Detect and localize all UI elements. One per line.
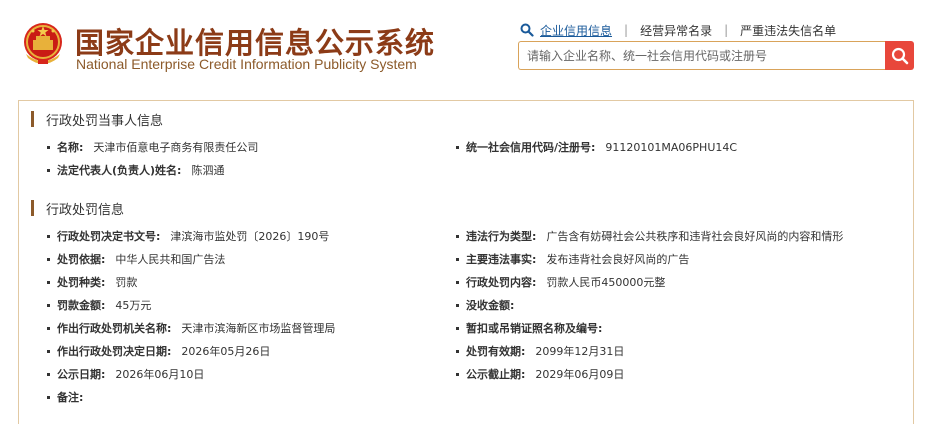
field-label: 处罚有效期: <box>466 345 526 358</box>
field-value: 2026年06月10日 <box>115 368 205 381</box>
section-party-title: 行政处罚当事人信息 <box>31 110 164 129</box>
field-credit-code: 统一社会信用代码/注册号: 91120101MA06PHU14C <box>456 139 737 155</box>
bullet <box>456 303 459 307</box>
field-label: 作出行政处罚机关名称: <box>57 322 172 335</box>
search-input[interactable] <box>519 42 886 69</box>
field-publish-date: 公示日期: 2026年06月10日 <box>47 366 204 382</box>
search-box <box>518 41 886 70</box>
field-legal-rep: 法定代表人(负责人)姓名: 陈泗通 <box>47 162 224 178</box>
top-nav: 企业信用信息 | 经营异常名录 | 严重违法失信名单 <box>520 22 836 38</box>
field-name: 名称: 天津市佰意电子商务有限责任公司 <box>47 139 258 155</box>
field-value: 天津市佰意电子商务有限责任公司 <box>93 141 259 154</box>
field-license: 暂扣或吊销证照名称及编号: <box>456 320 612 336</box>
bullet <box>47 303 50 307</box>
field-kind: 处罚种类: 罚款 <box>47 274 137 290</box>
field-value: 91120101MA06PHU14C <box>605 140 738 154</box>
field-value: 中华人民共和国广告法 <box>115 253 226 266</box>
section-bar <box>31 111 34 127</box>
bullet <box>456 234 459 238</box>
field-publish-end: 公示截止期: 2029年06月09日 <box>456 366 624 382</box>
bullet <box>47 234 50 238</box>
bullet <box>47 168 50 172</box>
bullet <box>47 349 50 353</box>
field-value: 广告含有妨碍社会公共秩序和违背社会良好风尚的内容和情形 <box>546 230 844 243</box>
bullet <box>47 326 50 330</box>
field-label: 法定代表人(负责人)姓名: <box>57 164 182 177</box>
field-label: 处罚种类: <box>57 276 106 289</box>
bullet <box>456 372 459 376</box>
bullet <box>456 145 459 149</box>
field-value: 罚款 <box>115 276 138 289</box>
bullet <box>456 257 459 261</box>
field-value: 45万元 <box>115 299 152 312</box>
field-value: 津滨海市监处罚〔2026〕190号 <box>170 230 330 243</box>
field-facts: 主要违法事实: 发布违背社会良好风尚的广告 <box>456 251 689 267</box>
field-value: 2026年05月26日 <box>181 345 271 358</box>
section-party-label: 行政处罚当事人信息 <box>46 113 164 129</box>
field-value: 罚款人民币450000元整 <box>546 276 666 289</box>
national-emblem-icon <box>24 23 62 64</box>
section-penalty-title: 行政处罚信息 <box>31 199 125 218</box>
field-label: 暂扣或吊销证照名称及编号: <box>466 322 603 335</box>
nav-separator: | <box>624 23 629 37</box>
search-icon <box>520 23 534 37</box>
field-label: 统一社会信用代码/注册号: <box>466 141 596 154</box>
field-value: 天津市滨海新区市场监督管理局 <box>181 322 336 335</box>
nav-separator: | <box>724 23 729 37</box>
field-content: 行政处罚内容: 罚款人民币450000元整 <box>456 274 665 290</box>
field-confiscation: 没收金额: <box>456 297 524 313</box>
field-remark: 备注: <box>47 389 93 405</box>
field-violation-type: 违法行为类型: 广告含有妨碍社会公共秩序和违背社会良好风尚的内容和情形 <box>456 228 843 244</box>
field-decision-date: 作出行政处罚决定日期: 2026年05月26日 <box>47 343 270 359</box>
site-title-en: National Enterprise Credit Information P… <box>76 56 417 72</box>
field-label: 作出行政处罚决定日期: <box>57 345 172 358</box>
field-authority: 作出行政处罚机关名称: 天津市滨海新区市场监督管理局 <box>47 320 335 336</box>
field-label: 没收金额: <box>466 299 515 312</box>
field-label: 主要违法事实: <box>466 253 537 266</box>
field-label: 行政处罚决定书文号: <box>57 230 161 243</box>
bullet <box>456 280 459 284</box>
search-icon <box>891 47 908 64</box>
field-label: 公示截止期: <box>466 368 526 381</box>
field-label: 行政处罚内容: <box>466 276 537 289</box>
section-bar <box>31 200 34 216</box>
bullet <box>47 395 50 399</box>
nav-abnormal-list[interactable]: 经营异常名录 <box>640 22 712 39</box>
field-label: 罚款金额: <box>57 299 106 312</box>
field-value: 2029年06月09日 <box>535 368 625 381</box>
field-amount: 罚款金额: 45万元 <box>47 297 151 313</box>
field-doc-no: 行政处罚决定书文号: 津滨海市监处罚〔2026〕190号 <box>47 228 329 244</box>
nav-serious-violation-list[interactable]: 严重违法失信名单 <box>740 22 836 39</box>
detail-panel: 行政处罚当事人信息 名称: 天津市佰意电子商务有限责任公司 统一社会信用代码/注… <box>18 100 914 424</box>
bullet <box>456 326 459 330</box>
bullet <box>456 349 459 353</box>
field-value: 陈泗通 <box>191 164 225 177</box>
field-valid-until: 处罚有效期: 2099年12月31日 <box>456 343 624 359</box>
field-label: 违法行为类型: <box>466 230 537 243</box>
section-penalty-label: 行政处罚信息 <box>46 202 125 218</box>
field-label: 处罚依据: <box>57 253 106 266</box>
field-label: 名称: <box>57 141 84 154</box>
bullet <box>47 280 50 284</box>
field-label: 公示日期: <box>57 368 106 381</box>
field-value: 发布违背社会良好风尚的广告 <box>546 253 690 266</box>
field-label: 备注: <box>57 391 84 404</box>
field-basis: 处罚依据: 中华人民共和国广告法 <box>47 251 225 267</box>
search-button[interactable] <box>885 41 914 70</box>
nav-enterprise-credit[interactable]: 企业信用信息 <box>540 22 612 39</box>
field-value: 2099年12月31日 <box>535 345 625 358</box>
bullet <box>47 257 50 261</box>
bullet <box>47 372 50 376</box>
bullet <box>47 145 50 149</box>
site-header: 国家企业信用信息公示系统 National Enterprise Credit … <box>0 0 943 92</box>
